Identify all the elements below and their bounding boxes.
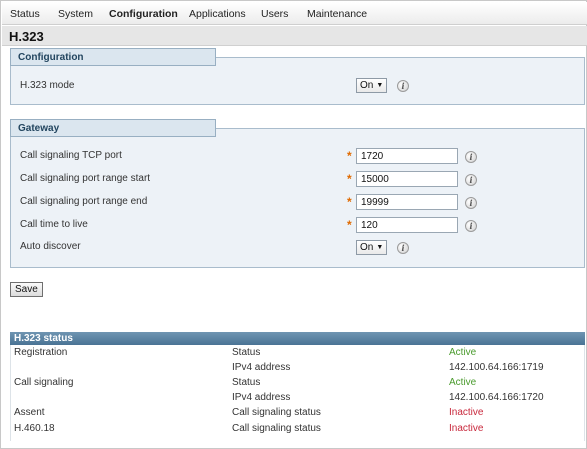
status-value: 142.100.64.166:1720 — [449, 392, 544, 403]
required-marker: * — [347, 149, 352, 163]
auto-discover-value: On — [360, 242, 374, 253]
time-to-live-input[interactable] — [356, 217, 458, 233]
status-key: IPv4 address — [232, 392, 291, 403]
required-marker: * — [347, 218, 352, 232]
status-row: H.460.18 Call signaling status Inactive — [11, 421, 584, 436]
h323-mode-select[interactable]: On ▼ — [356, 78, 388, 93]
info-icon[interactable]: i — [465, 220, 477, 232]
required-marker: * — [347, 172, 352, 186]
status-value: Inactive — [449, 423, 484, 434]
status-row: Call signaling Status Active — [11, 375, 584, 390]
status-value: 142.100.64.166:1719 — [449, 362, 544, 373]
menu-status[interactable]: Status — [10, 8, 40, 20]
status-row: Assent Call signaling status Inactive — [11, 405, 584, 420]
status-key: Status — [232, 377, 261, 388]
status-table: Registration Status Active IPv4 address … — [10, 345, 585, 441]
status-row: Registration Status Active — [11, 345, 584, 360]
status-value: Active — [449, 347, 477, 358]
h323-mode-label: H.323 mode — [20, 80, 75, 91]
status-key: Call signaling status — [232, 407, 321, 418]
port-range-start-input[interactable] — [356, 171, 458, 187]
status-group: Call signaling — [14, 377, 74, 388]
status-group: H.460.18 — [14, 423, 55, 434]
info-icon[interactable]: i — [397, 242, 409, 254]
info-icon[interactable]: i — [465, 151, 477, 163]
menu-applications[interactable]: Applications — [189, 8, 246, 20]
chevron-down-icon: ▼ — [376, 244, 384, 251]
auto-discover-label: Auto discover — [20, 241, 81, 252]
gateway-legend: Gateway — [10, 119, 216, 137]
status-key: Call signaling status — [232, 423, 321, 434]
status-key: Status — [232, 347, 261, 358]
status-group: Registration — [14, 347, 68, 358]
status-group: Assent — [14, 407, 45, 418]
port-range-end-input[interactable] — [356, 194, 458, 210]
status-row: IPv4 address 142.100.64.166:1720 — [11, 390, 584, 405]
port-range-end-label: Call signaling port range end — [20, 196, 148, 207]
top-menu-bar: Status System Configuration Applications… — [2, 2, 587, 25]
menu-system[interactable]: System — [58, 8, 93, 20]
info-icon[interactable]: i — [397, 80, 409, 92]
page-title: H.323 — [9, 29, 44, 44]
page-header: H.323 — [2, 26, 587, 46]
port-range-start-label: Call signaling port range start — [20, 173, 151, 184]
configuration-legend: Configuration — [10, 48, 216, 66]
menu-maintenance[interactable]: Maintenance — [307, 8, 367, 20]
status-row: IPv4 address 142.100.64.166:1719 — [11, 360, 584, 375]
status-header: H.323 status — [10, 332, 585, 345]
required-marker: * — [347, 195, 352, 209]
status-value: Inactive — [449, 407, 484, 418]
save-button[interactable]: Save — [10, 282, 43, 297]
info-icon[interactable]: i — [465, 197, 477, 209]
time-to-live-label: Call time to live — [20, 219, 88, 230]
auto-discover-select[interactable]: On ▼ — [356, 240, 388, 255]
tcp-port-label: Call signaling TCP port — [20, 150, 122, 161]
status-key: IPv4 address — [232, 362, 291, 373]
info-icon[interactable]: i — [465, 174, 477, 186]
tcp-port-input[interactable] — [356, 148, 458, 164]
window-frame: Status System Configuration Applications… — [0, 0, 587, 449]
menu-users[interactable]: Users — [261, 8, 288, 20]
menu-configuration[interactable]: Configuration — [109, 8, 178, 20]
chevron-down-icon: ▼ — [376, 82, 384, 89]
h323-mode-value: On — [360, 80, 374, 91]
status-value: Active — [449, 377, 477, 388]
